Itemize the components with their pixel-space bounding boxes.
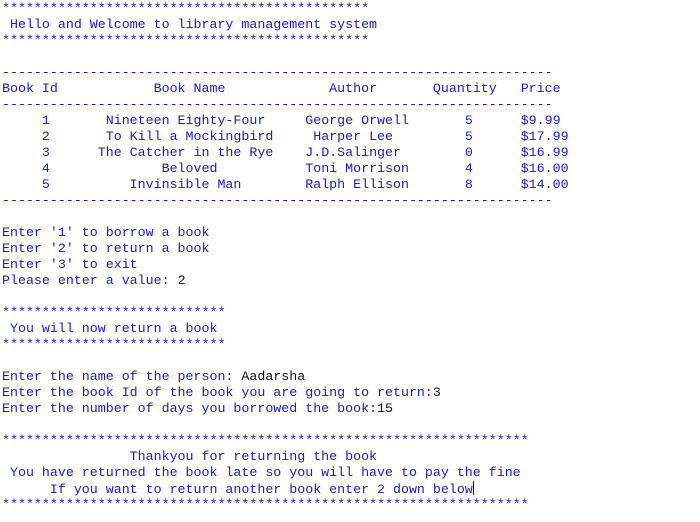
table-cell-quantity: 5 — [424, 129, 513, 144]
table-cell-id: 5 — [2, 177, 90, 192]
return-again-message: If you want to return another book enter… — [2, 482, 473, 497]
table-cell-author: J.D.Salinger — [289, 145, 425, 160]
table-cell-name: Invinsible Man — [89, 177, 290, 192]
table-cell-id: 1 — [2, 113, 90, 128]
menu-option-return: Enter '2' to return a book — [2, 241, 210, 256]
table-rule-bottom: ----------------------------------------… — [2, 193, 553, 208]
table-cell-quantity: 0 — [424, 145, 513, 160]
table-cell-id: 2 — [2, 129, 90, 144]
table-rule-mid: ----------------------------------------… — [2, 97, 553, 112]
table-cell-name: Beloved — [89, 161, 290, 176]
table-row: 4 Beloved Toni Morrison 4 $16.00 — [2, 161, 698, 177]
table-cell-author: Harper Lee — [289, 129, 425, 144]
table-cell-name: To Kill a Mockingbird — [89, 129, 290, 144]
person-name-prompt: Enter the name of the person: — [2, 369, 242, 384]
return-banner-stars-top: **************************** — [2, 305, 226, 320]
table-header-cell: Book Name — [89, 81, 290, 96]
table-body: 1 Nineteen Eighty-Four George Orwell 5 $… — [2, 113, 698, 193]
table-header-cell: Quantity — [424, 81, 513, 96]
table-row: 1 Nineteen Eighty-Four George Orwell 5 $… — [2, 113, 698, 129]
table-row: 5 Invinsible Man Ralph Ellison 8 $14.00 — [2, 177, 698, 193]
table-header-cell: Book Id — [2, 81, 90, 96]
return-again-line: If you want to return another book enter… — [2, 481, 698, 497]
table-header: Book Id Book Name Author Quantity Price — [2, 81, 698, 97]
menu-option-exit: Enter '3' to exit — [2, 257, 138, 272]
terminal-output: **************************** ************… — [2, 1, 698, 521]
table-cell-id: 4 — [2, 161, 90, 176]
table-cell-author: George Orwell — [289, 113, 425, 128]
final-banner-stars-bottom: ****************************************… — [2, 497, 529, 512]
return-banner-stars-bottom: **************************** — [2, 337, 226, 352]
days-line: Enter the number of days you borrowed th… — [2, 401, 698, 417]
final-banner-stars-top: ****************************************… — [2, 433, 529, 448]
table-header-cell: Price — [512, 81, 577, 96]
welcome-text: Hello and Welcome to library management … — [2, 17, 378, 32]
table-row: 2 To Kill a Mockingbird Harper Lee 5 $17… — [2, 129, 698, 145]
book-id-prompt: Enter the book Id of the book you are go… — [2, 385, 433, 400]
text-cursor[interactable] — [472, 481, 474, 495]
table-cell-price: $14.00 — [512, 177, 577, 192]
table-cell-quantity: 5 — [424, 113, 513, 128]
table-cell-quantity: 8 — [424, 177, 513, 192]
late-fine-message: You have returned the book late so you w… — [2, 465, 521, 480]
menu-input-value[interactable]: 2 — [178, 273, 186, 288]
table-cell-price: $16.99 — [512, 145, 577, 160]
menu-option-borrow: Enter '1' to borrow a book — [2, 225, 210, 240]
book-id-line: Enter the book Id of the book you are go… — [2, 385, 698, 401]
table-cell-id: 3 — [2, 145, 90, 160]
table-cell-author: Ralph Ellison — [289, 177, 425, 192]
person-name-line: Enter the name of the person: Aadarsha — [2, 369, 698, 385]
table-cell-quantity: 4 — [424, 161, 513, 176]
table-rule-top: ----------------------------------------… — [2, 65, 553, 80]
banner-stars-top: ****************************************… — [2, 1, 370, 16]
table-cell-price: $16.00 — [512, 161, 577, 176]
table-cell-price: $9.99 — [512, 113, 577, 128]
days-input[interactable]: 15 — [377, 401, 393, 416]
table-cell-name: The Catcher in the Rye — [89, 145, 290, 160]
menu-prompt: Please enter a value: — [2, 273, 178, 288]
book-id-input[interactable]: 3 — [433, 385, 441, 400]
table-header-cell: Author — [289, 81, 425, 96]
menu-prompt-line: Please enter a value: 2 — [2, 273, 698, 289]
table-cell-price: $17.99 — [512, 129, 577, 144]
days-prompt: Enter the number of days you borrowed th… — [2, 401, 378, 416]
return-banner-message: You will now return a book — [2, 321, 218, 336]
person-name-input[interactable]: Aadarsha — [241, 369, 305, 384]
thanks-message: Thankyou for returning the book — [2, 449, 378, 464]
table-cell-author: Toni Morrison — [289, 161, 425, 176]
table-cell-name: Nineteen Eighty-Four — [89, 113, 290, 128]
banner-stars-bottom: ****************************************… — [2, 33, 370, 48]
table-row: 3 The Catcher in the Rye J.D.Salinger 0 … — [2, 145, 698, 161]
